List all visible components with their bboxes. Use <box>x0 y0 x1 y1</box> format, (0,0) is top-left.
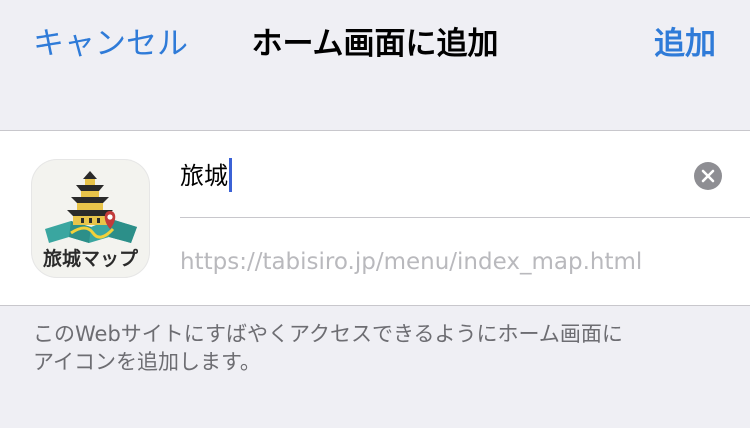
description-line-2: アイコンを追加します。 <box>33 350 261 374</box>
bookmark-card: 旅城マップ 旅城 https://tabisiro.jp/menu/index_… <box>0 130 750 306</box>
add-button[interactable]: 追加 <box>654 18 716 63</box>
bookmark-name-input[interactable]: 旅城 <box>180 157 680 195</box>
field-divider <box>180 217 750 218</box>
bookmark-url: https://tabisiro.jp/menu/index_map.html <box>180 249 643 275</box>
castle-map-icon: 旅城マップ <box>31 159 150 278</box>
bookmark-name-value: 旅城 <box>180 162 228 190</box>
description-line-1: このWebサイトにすばやくアクセスできるようにホーム画面に <box>33 322 623 346</box>
text-caret <box>229 158 232 192</box>
navigation-bar: キャンセル ホーム画面に追加 追加 <box>0 0 750 80</box>
clear-icon[interactable] <box>694 162 722 190</box>
cancel-button[interactable]: キャンセル <box>33 18 188 63</box>
description-text: このWebサイトにすばやくアクセスできるようにホーム画面に アイコンを追加します… <box>33 320 713 376</box>
app-icon-label: 旅城マップ <box>42 248 138 270</box>
